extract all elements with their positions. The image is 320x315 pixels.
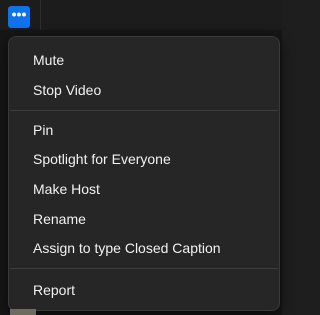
menu-item-mute[interactable]: Mute	[10, 46, 278, 74]
menu-item-spotlight-for-everyone[interactable]: Spotlight for Everyone	[10, 145, 278, 173]
menu-item-pin[interactable]: Pin	[10, 116, 278, 144]
menu-divider	[10, 110, 278, 111]
menu-item-assign-closed-caption[interactable]: Assign to type Closed Caption	[10, 234, 278, 262]
menu-item-rename[interactable]: Rename	[10, 205, 278, 233]
divider	[40, 0, 41, 30]
menu-divider	[10, 268, 278, 269]
video-thumbnail-edge	[10, 309, 36, 315]
top-strip: •••	[0, 0, 282, 30]
participant-context-menu-screen: ••• Mute Stop Video Pin Spotlight for Ev…	[0, 0, 282, 315]
context-menu: Mute Stop Video Pin Spotlight for Everyo…	[8, 36, 280, 311]
menu-item-report[interactable]: Report	[10, 276, 278, 304]
menu-item-make-host[interactable]: Make Host	[10, 175, 278, 203]
menu-item-stop-video[interactable]: Stop Video	[10, 76, 278, 104]
more-options-button[interactable]: •••	[8, 6, 30, 28]
